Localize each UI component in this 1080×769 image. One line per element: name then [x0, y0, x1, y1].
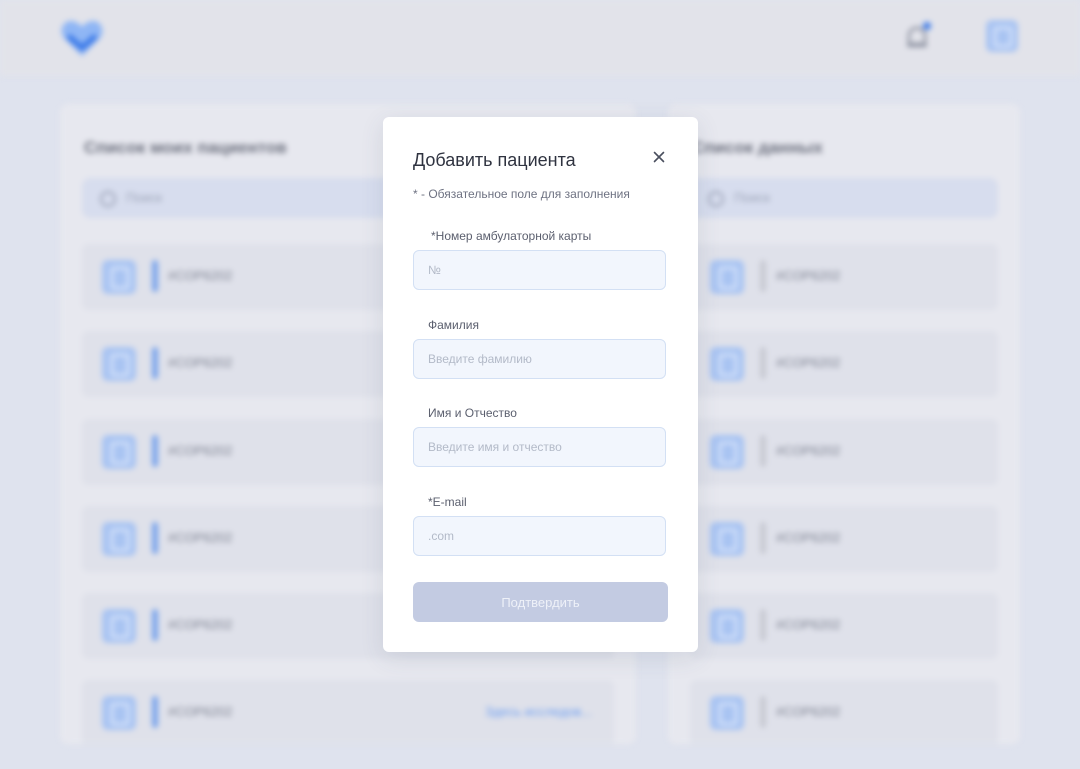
list-item[interactable]: #COP6202 Здесь исследов...	[82, 680, 614, 744]
patient-id: #COP6202	[776, 530, 841, 545]
row-link[interactable]: Здесь исследов...	[485, 704, 592, 719]
email-input[interactable]	[413, 516, 666, 556]
patient-avatar-icon	[710, 435, 744, 469]
required-note: * - Обязательное поле для заполнения	[413, 187, 630, 201]
patient-avatar-icon	[102, 347, 136, 381]
patient-avatar-icon	[710, 522, 744, 556]
list-item[interactable]: #COP6202	[690, 680, 998, 744]
card-number-label: *Номер амбулаторной карты	[431, 229, 592, 243]
first-middle-name-label: Имя и Отчество	[428, 406, 517, 420]
panel-title: Список моих пациентов	[84, 138, 287, 157]
modal-title: Добавить пациента	[413, 150, 576, 170]
patient-avatar-icon	[710, 609, 744, 643]
confirm-button[interactable]: Подтвердить	[413, 582, 668, 622]
patient-avatar-icon	[102, 522, 136, 556]
status-bar	[152, 347, 158, 379]
add-patient-modal: Добавить пациента * - Обязательное поле …	[383, 117, 698, 652]
status-bar	[152, 609, 158, 641]
last-name-input[interactable]	[413, 339, 666, 379]
patient-id: #COP6202	[168, 355, 233, 370]
status-bar	[760, 609, 766, 641]
panel-title: Список данных	[692, 138, 823, 157]
status-bar	[152, 435, 158, 467]
patient-avatar-icon	[710, 260, 744, 294]
status-bar	[760, 435, 766, 467]
patient-id: #COP6202	[168, 530, 233, 545]
patient-id: #COP6202	[776, 355, 841, 370]
list-item[interactable]: #COP6202	[690, 506, 998, 572]
close-icon	[653, 151, 665, 163]
patient-id: #COP6202	[168, 268, 233, 283]
list-item[interactable]: #COP6202	[690, 419, 998, 485]
last-name-label: Фамилия	[428, 318, 479, 332]
patient-avatar-icon	[102, 696, 136, 730]
patient-id: #COP6202	[776, 704, 841, 719]
data-panel: Список данных Поиск #COP6202 #COP6202 #C…	[668, 104, 1020, 744]
patient-id: #COP6202	[776, 443, 841, 458]
notification-dot	[923, 22, 931, 30]
list-item[interactable]: #COP6202	[690, 331, 998, 397]
patient-id: #COP6202	[168, 443, 233, 458]
status-bar	[760, 347, 766, 379]
status-bar	[152, 522, 158, 554]
search-icon	[100, 191, 116, 207]
status-bar	[760, 696, 766, 728]
search-input[interactable]: Поиск	[690, 178, 998, 218]
email-label: *E-mail	[428, 495, 467, 509]
close-button[interactable]	[647, 145, 671, 169]
patient-avatar-icon	[102, 435, 136, 469]
list-item[interactable]: #COP6202	[690, 244, 998, 310]
top-bar	[0, 0, 1080, 76]
patient-id: #COP6202	[168, 617, 233, 632]
heart-logo-icon	[61, 20, 103, 56]
list-item[interactable]: #COP6202	[690, 593, 998, 659]
patient-avatar-icon	[710, 696, 744, 730]
patient-avatar-icon	[102, 260, 136, 294]
search-placeholder: Поиск	[734, 190, 771, 205]
status-bar	[760, 260, 766, 292]
status-bar	[152, 260, 158, 292]
patient-id: #COP6202	[776, 617, 841, 632]
user-avatar-icon[interactable]	[986, 20, 1018, 52]
patient-avatar-icon	[102, 609, 136, 643]
patient-id: #COP6202	[168, 704, 233, 719]
patient-id: #COP6202	[776, 268, 841, 283]
status-bar	[152, 696, 158, 728]
search-placeholder: Поиск	[126, 190, 163, 205]
patient-avatar-icon	[710, 347, 744, 381]
first-middle-name-input[interactable]	[413, 427, 666, 467]
status-bar	[760, 522, 766, 554]
card-number-input[interactable]	[413, 250, 666, 290]
search-icon	[708, 191, 724, 207]
